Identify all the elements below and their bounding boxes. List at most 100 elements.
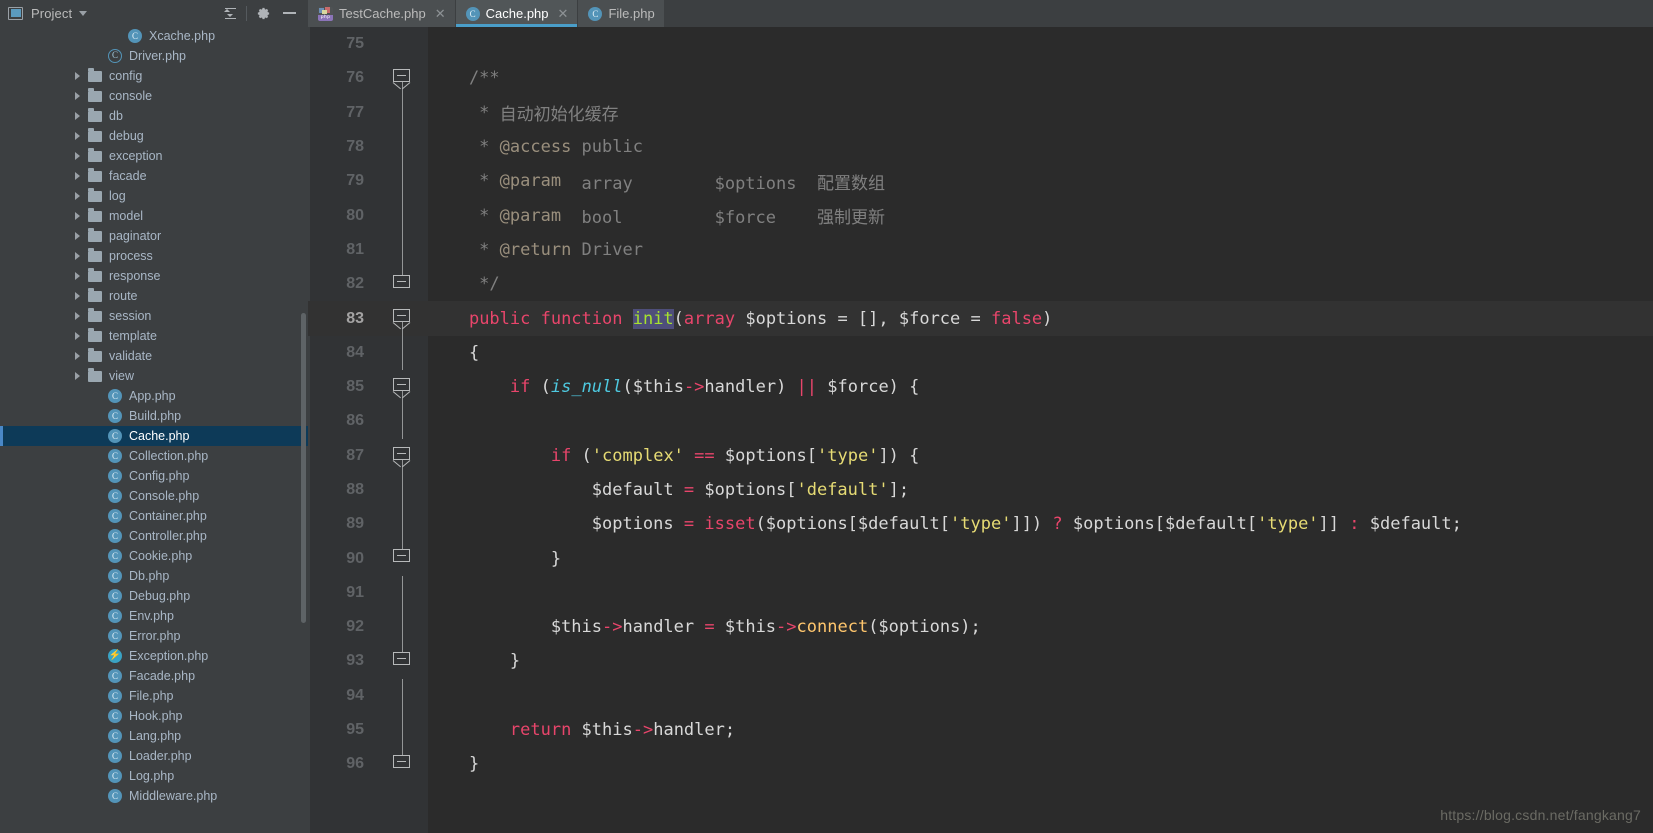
tree-item-exception-php[interactable]: ⚡ Exception.php <box>0 646 308 666</box>
tree-item-session[interactable]: session <box>0 306 308 326</box>
tree-item-template[interactable]: template <box>0 326 308 346</box>
tree-item-hook-php[interactable]: C Hook.php <box>0 706 308 726</box>
code-line[interactable]: 95 return $this -> handler; <box>308 712 1653 748</box>
tree-item-error-php[interactable]: C Error.php <box>0 626 308 646</box>
code-line[interactable]: 88 $default = $options['default']; <box>308 472 1653 508</box>
expand-arrow-icon[interactable] <box>75 192 80 200</box>
tree-item-middleware-php[interactable]: C Middleware.php <box>0 786 308 806</box>
code-line[interactable]: 92 $this -> handler = $this -> connect ($opti… <box>308 610 1653 645</box>
tree-item-model[interactable]: model <box>0 206 308 226</box>
tree-item-exception[interactable]: exception <box>0 146 308 166</box>
code-token: -> <box>683 377 705 398</box>
code-line[interactable]: 81 * @return Driver <box>308 232 1653 268</box>
tree-item-driver-php[interactable]: C Driver.php <box>0 46 308 66</box>
code-line[interactable]: 82 */ <box>308 267 1653 301</box>
fold-end-icon[interactable] <box>388 747 416 781</box>
code-line[interactable]: 91 <box>308 575 1653 611</box>
tree-item-route[interactable]: route <box>0 286 308 306</box>
code-line[interactable]: 87 if ('complex' == $options['type']) { <box>308 439 1653 473</box>
tree-item-console-php[interactable]: C Console.php <box>0 486 308 506</box>
chevron-down-icon[interactable] <box>79 10 88 16</box>
tree-item-validate[interactable]: validate <box>0 346 308 366</box>
code-line[interactable]: 77 * 自动初始化缓存 <box>308 95 1653 130</box>
code-line[interactable]: 84 { <box>308 335 1653 370</box>
tree-item-paginator[interactable]: paginator <box>0 226 308 246</box>
expand-arrow-icon[interactable] <box>75 72 80 80</box>
tree-item-env-php[interactable]: C Env.php <box>0 606 308 626</box>
hide-panel-button[interactable] <box>276 0 302 26</box>
code-line[interactable]: 86 <box>308 404 1653 439</box>
code-line[interactable]: 76 /** <box>308 61 1653 96</box>
tree-item-config[interactable]: config <box>0 66 308 86</box>
tree-item-file-php[interactable]: C File.php <box>0 686 308 706</box>
tree-item-facade-php[interactable]: C Facade.php <box>0 666 308 686</box>
editor-tab-file-php[interactable]: C File.php <box>578 0 665 27</box>
tree-item-app-php[interactable]: C App.php <box>0 386 308 406</box>
tree-item-debug-php[interactable]: C Debug.php <box>0 586 308 606</box>
fold-start-icon[interactable] <box>388 439 416 473</box>
expand-arrow-icon[interactable] <box>75 172 80 180</box>
code-line[interactable]: 85 if (is_null ($this -> handler) || $force… <box>308 370 1653 405</box>
expand-arrow-icon[interactable] <box>75 132 80 140</box>
tree-item-response[interactable]: response <box>0 266 308 286</box>
close-tab-icon[interactable]: ✕ <box>558 7 569 20</box>
code-line[interactable]: 93 } <box>308 644 1653 678</box>
tree-item-loader-php[interactable]: C Loader.php <box>0 746 308 766</box>
tree-item-db-php[interactable]: C Db.php <box>0 566 308 586</box>
tree-item-view[interactable]: view <box>0 366 308 386</box>
code-line[interactable]: 94 <box>308 678 1653 713</box>
code-line[interactable]: 89 $options = isset ($options[$default['t… <box>308 507 1653 542</box>
fold-start-icon[interactable] <box>388 301 416 336</box>
expand-arrow-icon[interactable] <box>75 152 80 160</box>
expand-arrow-icon[interactable] <box>75 332 80 340</box>
tree-item-log-php[interactable]: C Log.php <box>0 766 308 786</box>
code-lines[interactable]: 75 76 /** 77 * 自动初始化缓存 78 * @access public 7… <box>308 27 1653 833</box>
tree-item-container-php[interactable]: C Container.php <box>0 506 308 526</box>
code-line[interactable]: 90 } <box>308 541 1653 575</box>
tree-item-build-php[interactable]: C Build.php <box>0 406 308 426</box>
code-line[interactable]: 79 * @param array $options 配置数组 <box>308 164 1653 199</box>
collapse-all-button[interactable] <box>217 0 243 26</box>
expand-arrow-icon[interactable] <box>75 232 80 240</box>
expand-arrow-icon[interactable] <box>75 372 80 380</box>
tree-item-cookie-php[interactable]: C Cookie.php <box>0 546 308 566</box>
tree-item-lang-php[interactable]: C Lang.php <box>0 726 308 746</box>
expand-arrow-icon[interactable] <box>75 272 80 280</box>
tree-item-log[interactable]: log <box>0 186 308 206</box>
editor-tab-testcache-php[interactable]: php TestCache.php ✕ <box>308 0 456 27</box>
code-line[interactable]: 96 } <box>308 747 1653 781</box>
code-line[interactable]: 78 * @access public <box>308 129 1653 165</box>
fold-end-icon[interactable] <box>388 541 416 575</box>
code-editor[interactable]: 75 76 /** 77 * 自动初始化缓存 78 * @access public 7… <box>308 27 1653 833</box>
tree-item-facade[interactable]: facade <box>0 166 308 186</box>
tree-item-process[interactable]: process <box>0 246 308 266</box>
tree-item-console[interactable]: console <box>0 86 308 106</box>
expand-arrow-icon[interactable] <box>75 112 80 120</box>
tree-item-cache-php[interactable]: C Cache.php <box>0 426 308 446</box>
expand-arrow-icon[interactable] <box>75 212 80 220</box>
tree-item-collection-php[interactable]: C Collection.php <box>0 446 308 466</box>
expand-arrow-icon[interactable] <box>75 252 80 260</box>
tree-item-config-php[interactable]: C Config.php <box>0 466 308 486</box>
editor-tab-cache-php[interactable]: C Cache.php ✕ <box>455 0 579 27</box>
code-line[interactable]: 83 public function init(array $options =… <box>308 301 1653 336</box>
close-tab-icon[interactable]: ✕ <box>435 7 446 20</box>
fold-end-icon[interactable] <box>388 267 416 301</box>
tree-item-xcache-php[interactable]: C Xcache.php <box>0 26 308 46</box>
tree-item-debug[interactable]: debug <box>0 126 308 146</box>
settings-button[interactable] <box>250 0 276 26</box>
fold-end-icon[interactable] <box>388 644 416 678</box>
fold-start-icon[interactable] <box>388 61 416 96</box>
tree-item-db[interactable]: db <box>0 106 308 126</box>
expand-arrow-icon[interactable] <box>75 92 80 100</box>
code-line[interactable]: 80 * @param bool $force 强制更新 <box>308 198 1653 233</box>
expand-arrow-icon[interactable] <box>75 312 80 320</box>
tree-item-controller-php[interactable]: C Controller.php <box>0 526 308 546</box>
expand-arrow-icon[interactable] <box>75 352 80 360</box>
fold-start-icon[interactable] <box>388 370 416 405</box>
project-file-tree[interactable]: C Xcache.php C Driver.php config console db deb… <box>0 26 308 833</box>
code-line[interactable]: 75 <box>308 27 1653 61</box>
sidebar-scrollbar[interactable] <box>301 313 306 623</box>
tree-item-label: paginator <box>109 229 162 243</box>
expand-arrow-icon[interactable] <box>75 292 80 300</box>
